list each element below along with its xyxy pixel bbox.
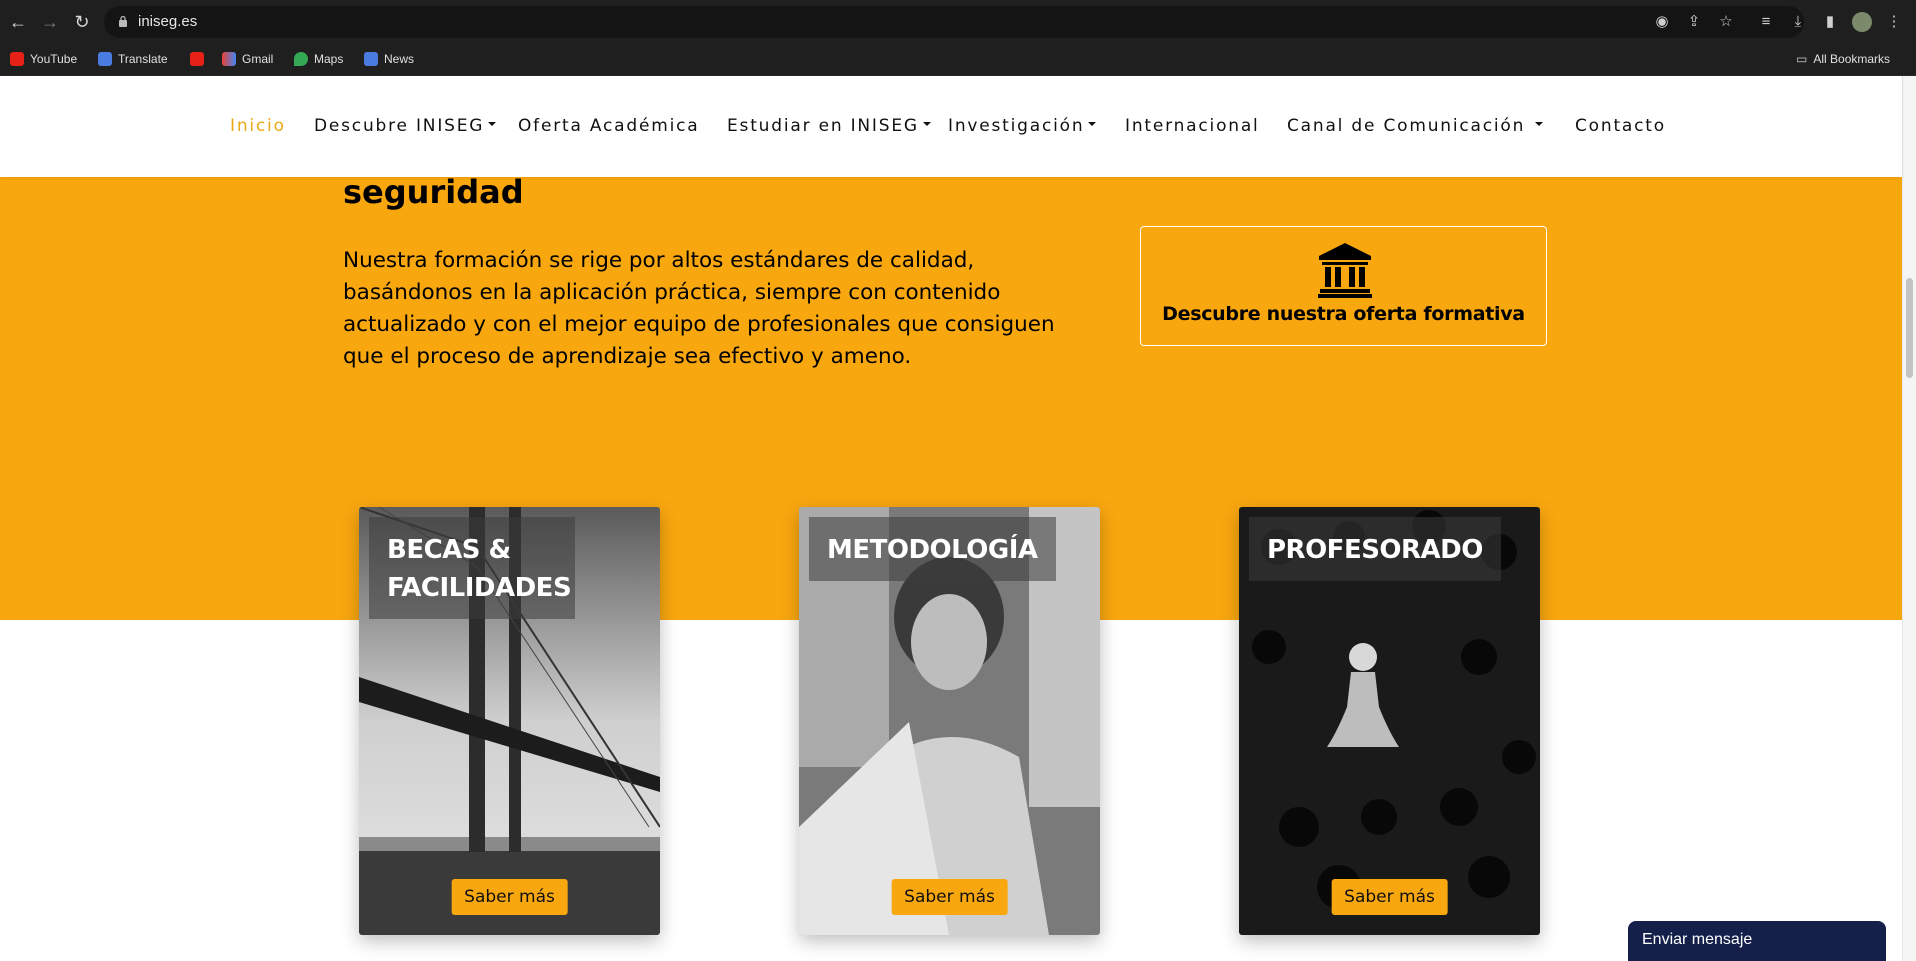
bank-icon	[1318, 243, 1372, 298]
card-title-overlay: PROFESORADO	[1249, 517, 1501, 581]
card-title: METODOLOGÍA	[827, 535, 1038, 565]
page-scrollbar[interactable]	[1902, 76, 1916, 961]
url-text: iniseg.es	[138, 13, 198, 30]
bookmark-youtube-2[interactable]	[190, 52, 204, 66]
kebab-menu-icon[interactable]: ⋮	[1884, 12, 1904, 32]
card-becas-facilidades[interactable]: BECAS & FACILIDADES Saber más	[359, 507, 660, 935]
media-queue-icon[interactable]: ≡	[1756, 12, 1776, 32]
nav-internacional[interactable]: Internacional	[1125, 116, 1260, 136]
nav-contacto[interactable]: Contacto	[1575, 116, 1666, 136]
nav-descubre-iniseg[interactable]: Descubre INISEG	[314, 116, 497, 136]
side-panel-icon[interactable]: ▮	[1820, 12, 1840, 32]
card-title: PROFESORADO	[1267, 535, 1483, 565]
section-heading: seguridad	[343, 173, 524, 211]
bookmarks-bar: YouTube Translate Gmail Maps News ▭ All B…	[0, 44, 1916, 76]
nav-investigacion[interactable]: Investigación	[948, 116, 1097, 136]
bookmark-maps[interactable]: Maps	[294, 52, 343, 66]
caret-down-icon	[922, 122, 931, 126]
youtube-icon	[190, 52, 204, 66]
browser-toolbar: ← → ↻ iniseg.es ◉ ⇪ ☆ ≡ ⤓ ▮ ⋮	[0, 0, 1916, 44]
bookmark-translate[interactable]: Translate	[98, 52, 168, 66]
lock-icon	[119, 15, 127, 27]
bookmark-gmail[interactable]: Gmail	[222, 52, 273, 66]
saber-mas-button[interactable]: Saber más	[451, 879, 568, 915]
saber-mas-button[interactable]: Saber más	[891, 879, 1008, 915]
reload-icon[interactable]: ↻	[70, 10, 94, 34]
card-metodologia[interactable]: METODOLOGÍA Saber más	[799, 507, 1100, 935]
card-title-overlay: BECAS & FACILIDADES	[369, 517, 575, 619]
nav-estudiar-en-iniseg[interactable]: Estudiar en INISEG	[727, 116, 931, 136]
translate-icon	[98, 52, 112, 66]
card-title: BECAS & FACILIDADES	[387, 535, 572, 603]
news-icon	[364, 52, 378, 66]
card-title-overlay: METODOLOGÍA	[809, 517, 1056, 581]
star-icon[interactable]: ☆	[1716, 12, 1736, 32]
nav-oferta-academica[interactable]: Oferta Académica	[518, 116, 700, 136]
bookmark-news[interactable]: News	[364, 52, 414, 66]
gmail-icon	[222, 52, 236, 66]
oferta-formativa-cta[interactable]: Descubre nuestra oferta formativa	[1140, 226, 1547, 346]
forward-arrow-icon[interactable]: →	[38, 10, 62, 34]
profile-avatar[interactable]	[1852, 12, 1872, 32]
youtube-icon	[10, 52, 24, 66]
address-bar[interactable]: iniseg.es	[104, 6, 1804, 38]
site-header: Inicio Descubre INISEG Oferta Académica …	[0, 76, 1902, 177]
nav-inicio[interactable]: Inicio	[230, 116, 286, 136]
share-icon[interactable]: ⇪	[1684, 12, 1704, 32]
caret-down-icon	[488, 122, 497, 126]
saber-mas-button[interactable]: Saber más	[1331, 879, 1448, 915]
scroll-thumb[interactable]	[1906, 278, 1913, 378]
caret-down-icon	[1088, 122, 1097, 126]
maps-pin-icon	[294, 52, 308, 66]
bookmark-youtube[interactable]: YouTube	[10, 52, 77, 66]
tracking-blocked-icon[interactable]: ◉	[1652, 12, 1672, 32]
nav-canal-de-comunicacion[interactable]: Canal de Comunicación	[1287, 116, 1544, 136]
download-icon[interactable]: ⤓	[1788, 12, 1808, 32]
caret-down-icon	[1535, 122, 1544, 126]
back-arrow-icon[interactable]: ←	[6, 10, 30, 34]
cta-label: Descubre nuestra oferta formativa	[1162, 303, 1525, 325]
section-paragraph: Nuestra formación se rige por altos está…	[343, 248, 1055, 369]
card-profesorado[interactable]: PROFESORADO Saber más	[1239, 507, 1540, 935]
chat-widget[interactable]: Enviar mensaje	[1628, 921, 1886, 961]
folder-icon: ▭	[1796, 52, 1808, 66]
all-bookmarks[interactable]: ▭ All Bookmarks	[1796, 52, 1890, 66]
